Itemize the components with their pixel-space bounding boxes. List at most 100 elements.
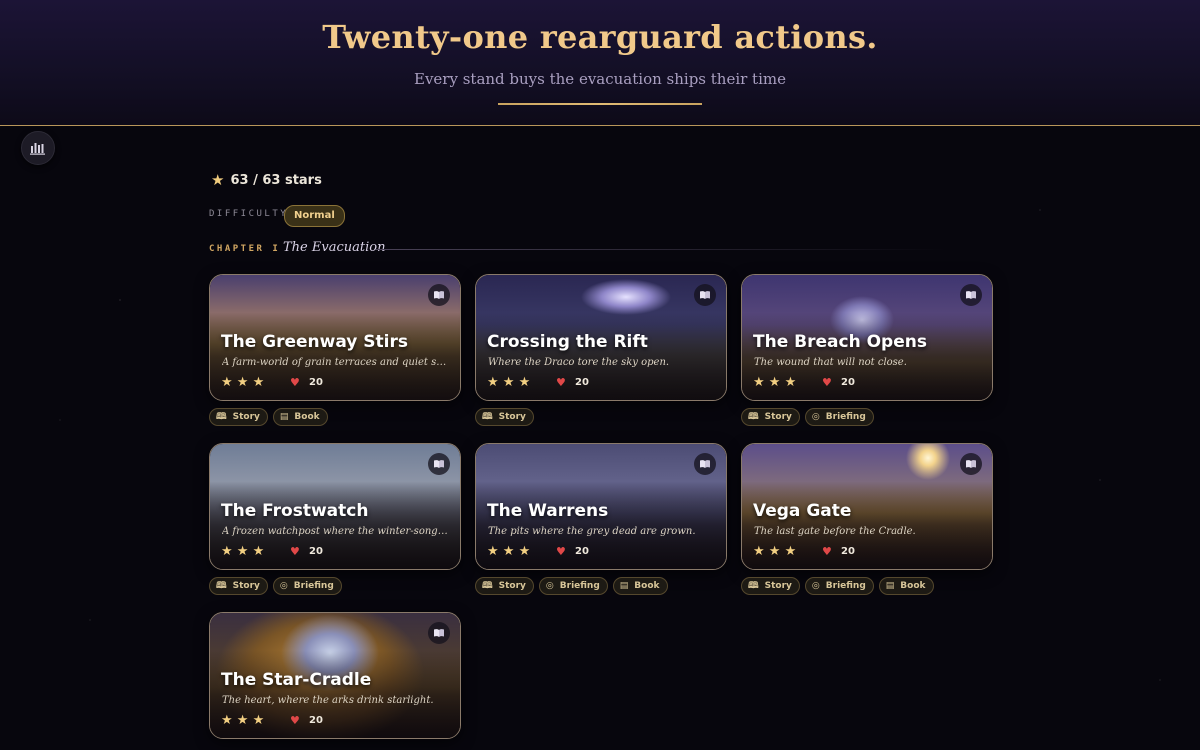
difficulty-toggle[interactable]: Normal: [284, 205, 345, 227]
level-card[interactable]: The Star-Cradle The heart, where the arks…: [209, 612, 461, 739]
tag-book[interactable]: ▤ Book: [612, 577, 668, 595]
tag-briefing[interactable]: ◎ Briefing: [538, 577, 608, 595]
book-icon: [966, 291, 976, 299]
title-divider: [498, 103, 702, 105]
book-icon: [700, 291, 710, 299]
level-card[interactable]: The Greenway Stirs A farm-world of grain …: [209, 274, 461, 401]
open-book-icon: 🕮: [748, 580, 759, 591]
level-tags: 🕮 Story ◎ Briefing ▤ Book: [741, 577, 934, 595]
tag-label: Briefing: [559, 581, 600, 591]
heart-icon: ♥: [290, 714, 300, 727]
star-icon: ★: [211, 171, 225, 189]
star-total: ★ 63 / 63 stars: [211, 171, 322, 189]
page-title: Twenty-one rearguard actions.: [322, 18, 878, 56]
chapter-title: The Evacuation: [283, 240, 386, 255]
tag-label: Story: [764, 412, 792, 422]
level-description: A frozen watchpost where the winter-song…: [222, 526, 450, 537]
book-icon: [434, 291, 444, 299]
level-card[interactable]: The Warrens The pits where the grey dead …: [475, 443, 727, 570]
heart-icon: ♥: [556, 376, 566, 389]
chapter-divider: [376, 249, 946, 250]
level-card[interactable]: Crossing the Rift Where the Draco tore th…: [475, 274, 727, 401]
tag-story[interactable]: 🕮 Story: [741, 408, 800, 426]
tag-label: Briefing: [825, 412, 866, 422]
level-card[interactable]: The Breach Opens The wound that will not …: [741, 274, 993, 401]
level-description: The last gate before the Cradle.: [754, 526, 916, 537]
level-hp: 20: [575, 377, 589, 388]
level-hp: 20: [841, 546, 855, 557]
level-description: The wound that will not close.: [754, 357, 907, 368]
level-card[interactable]: Vega Gate The last gate before the Cradle…: [741, 443, 993, 570]
tag-label: Briefing: [825, 581, 866, 591]
tag-story[interactable]: 🕮 Story: [209, 408, 268, 426]
level-stars: ★ ★ ★: [487, 375, 531, 390]
open-book-icon: 🕮: [216, 580, 227, 591]
heart-icon: ♥: [290, 545, 300, 558]
level-stars: ★ ★ ★: [753, 375, 797, 390]
level-description: The heart, where the arks drink starligh…: [222, 695, 434, 706]
level-tags: 🕮 Story ▤ Book: [209, 408, 328, 426]
heart-icon: ♥: [290, 376, 300, 389]
lore-button[interactable]: [428, 284, 450, 306]
level-title: The Star-Cradle: [221, 670, 372, 690]
lore-button[interactable]: [960, 453, 982, 475]
tag-label: Story: [498, 581, 526, 591]
tag-label: Story: [232, 412, 260, 422]
tag-story[interactable]: 🕮 Story: [475, 577, 534, 595]
book-icon: ▤: [885, 580, 895, 591]
open-book-icon: 🕮: [482, 411, 493, 422]
stats-button[interactable]: [21, 131, 55, 165]
tag-story[interactable]: 🕮 Story: [209, 577, 268, 595]
level-title: The Warrens: [487, 501, 609, 521]
briefing-icon: ◎: [811, 411, 820, 422]
heart-icon: ♥: [556, 545, 566, 558]
heart-icon: ♥: [822, 545, 832, 558]
star-total-text: 63 / 63 stars: [230, 172, 322, 188]
level-hp: 20: [309, 546, 323, 557]
level-description: A farm-world of grain terraces and quiet…: [222, 357, 450, 368]
open-book-icon: 🕮: [748, 411, 759, 422]
tag-label: Book: [294, 412, 320, 422]
tag-book[interactable]: ▤ Book: [272, 408, 328, 426]
book-icon: ▤: [619, 580, 629, 591]
level-stars: ★ ★ ★: [221, 713, 265, 728]
tag-label: Book: [634, 581, 660, 591]
level-hp: 20: [309, 377, 323, 388]
level-hp: 20: [841, 377, 855, 388]
open-book-icon: 🕮: [482, 580, 493, 591]
lore-button[interactable]: [694, 284, 716, 306]
book-icon: ▤: [279, 411, 289, 422]
heart-icon: ♥: [822, 376, 832, 389]
level-hp: 20: [575, 546, 589, 557]
level-stars: ★ ★ ★: [753, 544, 797, 559]
page-subtitle: Every stand buys the evacuation ships th…: [414, 70, 786, 88]
tag-label: Story: [764, 581, 792, 591]
tag-briefing[interactable]: ◎ Briefing: [804, 408, 874, 426]
briefing-icon: ◎: [279, 580, 288, 591]
level-title: Vega Gate: [753, 501, 852, 521]
tag-briefing[interactable]: ◎ Briefing: [272, 577, 342, 595]
open-book-icon: 🕮: [216, 411, 227, 422]
tag-book[interactable]: ▤ Book: [878, 577, 934, 595]
level-tags: 🕮 Story ◎ Briefing: [741, 408, 874, 426]
tag-story[interactable]: 🕮 Story: [475, 408, 534, 426]
level-stars: ★ ★ ★: [221, 375, 265, 390]
level-title: The Greenway Stirs: [221, 332, 408, 352]
level-tags: 🕮 Story ◎ Briefing ▤ Book: [475, 577, 668, 595]
briefing-icon: ◎: [811, 580, 820, 591]
tag-briefing[interactable]: ◎ Briefing: [804, 577, 874, 595]
tag-label: Briefing: [293, 581, 334, 591]
book-icon: [700, 460, 710, 468]
lore-button[interactable]: [428, 453, 450, 475]
level-card[interactable]: The Frostwatch A frozen watchpost where t…: [209, 443, 461, 570]
chapter-label: CHAPTER I: [209, 244, 281, 254]
level-title: The Breach Opens: [753, 332, 927, 352]
lore-button[interactable]: [960, 284, 982, 306]
level-stars: ★ ★ ★: [487, 544, 531, 559]
difficulty-label: DIFFICULTY: [209, 209, 289, 219]
lore-button[interactable]: [694, 453, 716, 475]
tag-story[interactable]: 🕮 Story: [741, 577, 800, 595]
level-title: The Frostwatch: [221, 501, 369, 521]
bar-chart-icon: [30, 143, 45, 155]
lore-button[interactable]: [428, 622, 450, 644]
